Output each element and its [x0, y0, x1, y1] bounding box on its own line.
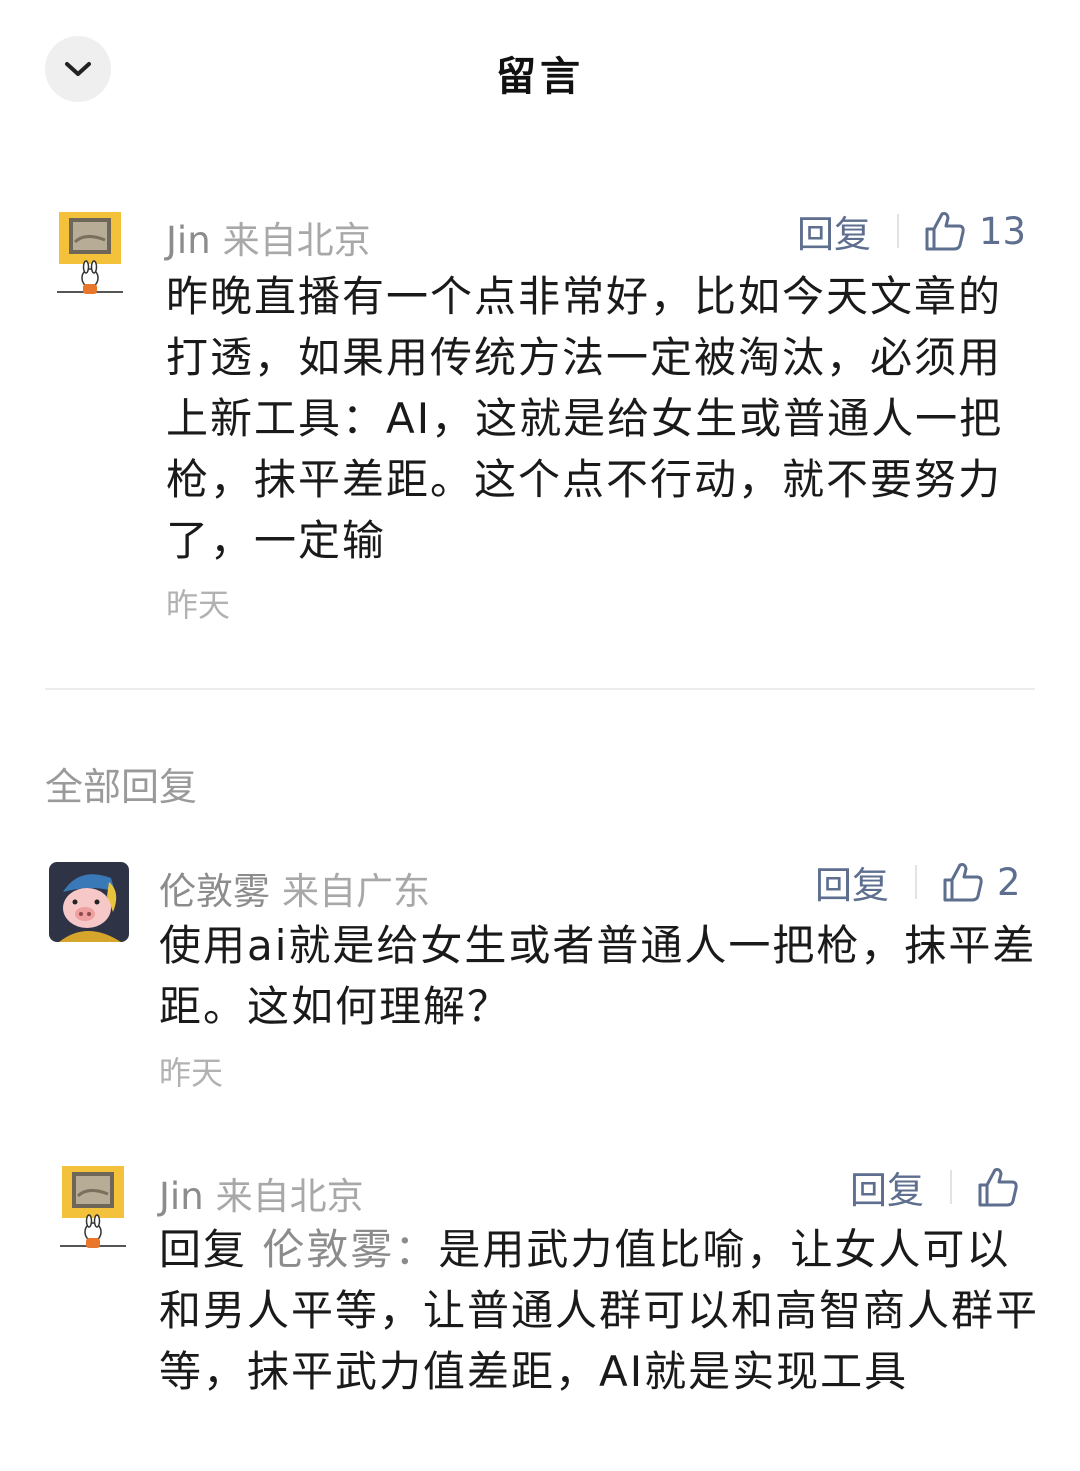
- author-name[interactable]: Jin: [159, 1175, 204, 1218]
- reply-prefix: 回复: [159, 1225, 248, 1274]
- like-button[interactable]: 13: [923, 209, 1026, 253]
- all-replies-title: 全部回复: [45, 765, 198, 809]
- divider: [897, 214, 899, 248]
- comment-time: 昨天: [166, 586, 231, 624]
- divider: [950, 1170, 952, 1204]
- comment-meta: Jin 来自北京: [166, 210, 371, 264]
- like-button[interactable]: 2: [941, 860, 1021, 904]
- reply-button[interactable]: 回复: [815, 855, 889, 909]
- author-location: 来自北京: [215, 1175, 364, 1218]
- comments-page: 留言 Jin 来自北京 回复 13 昨晚直播有一个点非常好，比如今天文章的打透，…: [0, 0, 1080, 1471]
- comment-body: 使用ai就是给女生或者普通人一把枪，抹平差距。这如何理解？: [159, 921, 1037, 1031]
- reply-button[interactable]: 回复: [797, 204, 871, 258]
- like-button[interactable]: [976, 1165, 1032, 1209]
- author-location: 来自北京: [222, 219, 371, 262]
- avatar[interactable]: [49, 862, 129, 942]
- thumbs-up-icon: [943, 863, 983, 902]
- avatar[interactable]: [55, 212, 125, 302]
- picture-frame-avatar-image: [57, 212, 123, 294]
- author-location: 来自广东: [282, 870, 430, 913]
- comment-actions: 回复: [850, 1162, 1032, 1212]
- comment-actions: 回复 13: [797, 204, 1026, 258]
- like-count: 2: [997, 860, 1021, 904]
- comment-meta: Jin 来自北京: [159, 1166, 364, 1220]
- comment-body: 昨晚直播有一个点非常好，比如今天文章的打透，如果用传统方法一定被淘汰，必须用上新…: [166, 272, 1004, 565]
- pig-avatar-image: [49, 862, 129, 942]
- author-name[interactable]: 伦敦雾: [159, 870, 270, 913]
- comment-body: 回复 伦敦雾：是用武力值比喻，让女人可以和男人平等，让普通人群可以和高智商人群平…: [159, 1219, 1039, 1402]
- divider: [915, 865, 917, 899]
- reply-button[interactable]: 回复: [850, 1160, 924, 1214]
- thumbs-up-icon: [925, 212, 965, 251]
- like-count: 13: [979, 209, 1027, 253]
- comment-time: 昨天: [159, 1054, 224, 1092]
- mention-link[interactable]: 伦敦雾：: [262, 1225, 438, 1274]
- thumbs-up-icon: [978, 1168, 1018, 1207]
- section-divider: [45, 688, 1035, 690]
- comment-actions: 回复 2: [815, 855, 1021, 909]
- page-title: 留言: [496, 54, 584, 100]
- picture-frame-avatar-image: [60, 1166, 126, 1248]
- comment-meta: 伦敦雾 来自广东: [159, 861, 430, 915]
- author-name[interactable]: Jin: [166, 219, 211, 262]
- avatar[interactable]: [58, 1166, 128, 1256]
